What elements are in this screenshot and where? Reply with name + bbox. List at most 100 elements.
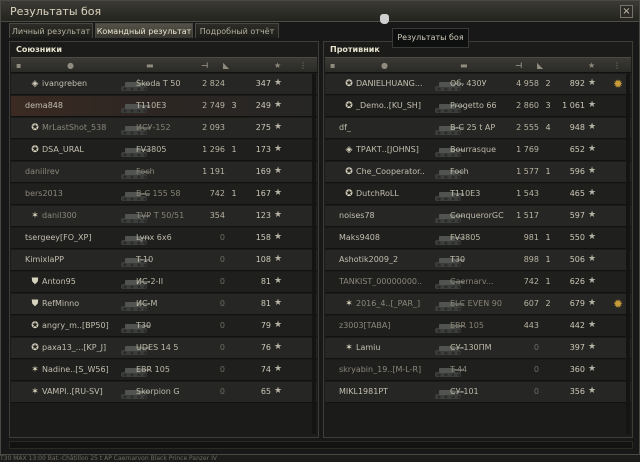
player-row[interactable]: ✪ MrLastShot_538 ИСУ-152 2 093 275 ★ xyxy=(11,118,317,139)
player-row[interactable]: KimixlaPP T-10 0 108 ★ xyxy=(11,250,317,271)
tab-personal-result[interactable]: Личный результат xyxy=(9,23,93,38)
player-row[interactable]: ✪ angry_m..[BP50] T30 0 79 ★ xyxy=(11,316,317,337)
player-name[interactable]: z3003[TABA] xyxy=(339,321,423,330)
player-row[interactable]: Maks9408 FV3805 981 1 550 ★ xyxy=(325,228,631,249)
player-name[interactable]: 2016_4..[_PAR_] xyxy=(356,299,440,308)
player-name[interactable]: DANIELHUANG... xyxy=(356,79,440,88)
player-name[interactable]: RefMinno xyxy=(42,299,126,308)
player-name[interactable]: danil300 xyxy=(42,211,126,220)
clan-emblem-icon: ✪ xyxy=(345,167,353,177)
xp-column-icon[interactable]: ★ xyxy=(588,61,595,70)
kills-column-icon[interactable]: ◣ xyxy=(537,61,543,70)
kills-column-icon[interactable]: ◣ xyxy=(223,61,229,70)
player-row[interactable]: bers2013 B-C 155 58 742 1 167 ★ xyxy=(11,184,317,205)
player-name[interactable]: ТРАКТ..[JOHNS] xyxy=(356,145,440,154)
player-column-icon[interactable]: ● xyxy=(67,61,74,70)
star-badge-icon: ✶ xyxy=(345,343,353,353)
damage-value: 1 543 xyxy=(516,189,539,198)
xp-value: 158 xyxy=(255,233,271,242)
player-row[interactable]: ⛊ RefMinno ИС-М 0 81 ★ xyxy=(11,294,317,315)
xp-star-icon: ★ xyxy=(274,100,283,110)
player-name[interactable]: DSA_URAL xyxy=(42,145,126,154)
player-name[interactable]: Che_Cooperator.. xyxy=(356,167,440,176)
player-row[interactable]: tsergeey[FO_XP] Lynx 6x6 0 158 ★ xyxy=(11,228,317,249)
xp-star-icon: ★ xyxy=(588,122,597,132)
player-name[interactable]: VAMPI..[RU-SV] xyxy=(42,387,126,396)
player-name[interactable]: bers2013 xyxy=(25,189,109,198)
xp-column-icon[interactable]: ★ xyxy=(274,61,281,70)
clan-emblem-icon: ✪ xyxy=(345,189,353,199)
player-name[interactable]: TANKIST_00000000.. xyxy=(339,277,423,286)
medal-column-icon[interactable]: ⋮ xyxy=(613,61,621,70)
player-row[interactable]: Ashotik2009_2 T30 898 1 506 ★ xyxy=(325,250,631,271)
player-name[interactable]: DutchRoLL xyxy=(356,189,440,198)
platoon-column-icon[interactable]: ▪ xyxy=(330,61,335,70)
tab-team-result[interactable]: Командный результат xyxy=(95,23,193,38)
platoon-column-icon[interactable]: ▪ xyxy=(16,61,21,70)
player-name[interactable]: skryabin_19..[M-L-R] xyxy=(339,365,423,374)
tank-column-icon[interactable]: ▬ xyxy=(146,61,154,70)
player-name[interactable]: Nadine..[S_W56] xyxy=(42,365,126,374)
player-row[interactable]: ◈ ivangreben Škoda T 50 2 824 347 ★ xyxy=(11,74,317,95)
damage-column-icon[interactable]: ⊣ xyxy=(201,61,208,70)
xp-star-icon: ★ xyxy=(588,166,597,176)
clan-emblem-icon: ✪ xyxy=(345,101,353,111)
player-row[interactable]: MIKL1981PT СУ-101 0 356 ★ xyxy=(325,382,631,403)
player-row[interactable]: skryabin_19..[M-L-R] T-44 0 360 ★ xyxy=(325,360,631,381)
player-row[interactable]: ✪ Che_Cooperator.. Foch 1 577 1 596 ★ xyxy=(325,162,631,183)
allies-team-title: Союзники xyxy=(16,45,62,54)
player-name[interactable]: Anton95 xyxy=(42,277,126,286)
player-name[interactable]: df_ xyxy=(339,123,423,132)
player-name[interactable]: dema848 xyxy=(25,101,109,110)
player-row[interactable]: ✪ DutchRoLL T110E3 1 543 465 ★ xyxy=(325,184,631,205)
player-row[interactable]: ◈ ТРАКТ..[JOHNS] Bourrasque 1 769 652 ★ xyxy=(325,140,631,161)
damage-value: 0 xyxy=(219,299,225,308)
close-button[interactable]: × xyxy=(620,5,633,18)
title-bar[interactable]: Результаты боя × xyxy=(1,1,639,22)
player-name[interactable]: MIKL1981PT xyxy=(339,387,423,396)
player-column-icon[interactable]: ● xyxy=(381,61,388,70)
damage-value: 898 xyxy=(523,255,539,264)
player-name[interactable]: paxa13_...[KP_J] xyxy=(42,343,126,352)
player-name[interactable]: MrLastShot_538 xyxy=(42,123,126,132)
player-name[interactable]: _Demo..[KU_SH] xyxy=(356,101,440,110)
player-name[interactable]: tsergeey[FO_XP] xyxy=(25,233,109,242)
player-name[interactable]: noises78 xyxy=(339,211,423,220)
player-row[interactable]: ✪ DANIELHUANG... Об. 430У 4 958 2 892 ★ ✹ xyxy=(325,74,631,95)
player-row[interactable]: df_ B-C 25 t AP 2 555 4 948 ★ xyxy=(325,118,631,139)
player-name[interactable]: angry_m..[BP50] xyxy=(42,321,126,330)
enemies-scrollbar[interactable] xyxy=(626,74,630,434)
player-row[interactable]: ⛊ Anton95 ИС-2-II 0 81 ★ xyxy=(11,272,317,293)
xp-star-icon: ★ xyxy=(588,364,597,374)
tank-column-icon[interactable]: ▬ xyxy=(460,61,468,70)
player-row[interactable]: ✶ 2016_4..[_PAR_] ELC EVEN 90 607 2 679 ★ ✹ xyxy=(325,294,631,315)
xp-value: 596 xyxy=(569,167,585,176)
xp-value: 397 xyxy=(569,343,585,352)
player-name[interactable]: Maks9408 xyxy=(339,233,423,242)
player-row[interactable]: daniilrev Foch 1 191 169 ★ xyxy=(11,162,317,183)
damage-column-icon[interactable]: ⊣ xyxy=(515,61,522,70)
player-name[interactable]: Lamiu xyxy=(356,343,440,352)
allies-scrollbar[interactable] xyxy=(312,74,316,434)
player-row[interactable]: ✶ Lamiu СУ-130ПМ 0 397 ★ xyxy=(325,338,631,359)
player-row[interactable]: TANKIST_00000000.. Caernarv... 742 1 626 ★ xyxy=(325,272,631,293)
player-row[interactable]: ✶ Nadine..[S_W56] EBR 105 0 74 ★ xyxy=(11,360,317,381)
player-name[interactable]: Ashotik2009_2 xyxy=(339,255,423,264)
player-name[interactable]: KimixlaPP xyxy=(25,255,109,264)
xp-value: 74 xyxy=(260,365,271,374)
player-row[interactable]: ✪ paxa13_...[KP_J] UDES 14 5 0 76 ★ xyxy=(11,338,317,359)
player-row[interactable]: z3003[TABA] EBR 105 443 442 ★ xyxy=(325,316,631,337)
player-row[interactable]: dema848 T110E3 2 749 3 249 ★ xyxy=(11,96,317,117)
tab-detailed-report[interactable]: Подробный отчёт xyxy=(195,23,279,38)
player-row[interactable]: ✪ DSA_URAL FV3805 1 296 1 173 ★ xyxy=(11,140,317,161)
player-row[interactable]: ✶ danil300 TVP T 50/51 354 123 ★ xyxy=(11,206,317,227)
player-name[interactable]: ivangreben xyxy=(42,79,126,88)
player-row[interactable]: noises78 ConquerorGC 1 517 597 ★ xyxy=(325,206,631,227)
player-row[interactable]: ✶ VAMPI..[RU-SV] Skorpion G 0 65 ★ xyxy=(11,382,317,403)
medal-icon[interactable]: ✹ xyxy=(611,297,625,311)
player-row[interactable]: ✪ _Demo..[KU_SH] Progetto 66 2 860 3 1 061 ★ xyxy=(325,96,631,117)
medal-column-icon[interactable]: ⋮ xyxy=(299,61,307,70)
medal-icon[interactable]: ✹ xyxy=(611,77,625,91)
battle-results-window: Результаты боя × Личный результат Команд… xyxy=(0,0,640,455)
player-name[interactable]: daniilrev xyxy=(25,167,109,176)
